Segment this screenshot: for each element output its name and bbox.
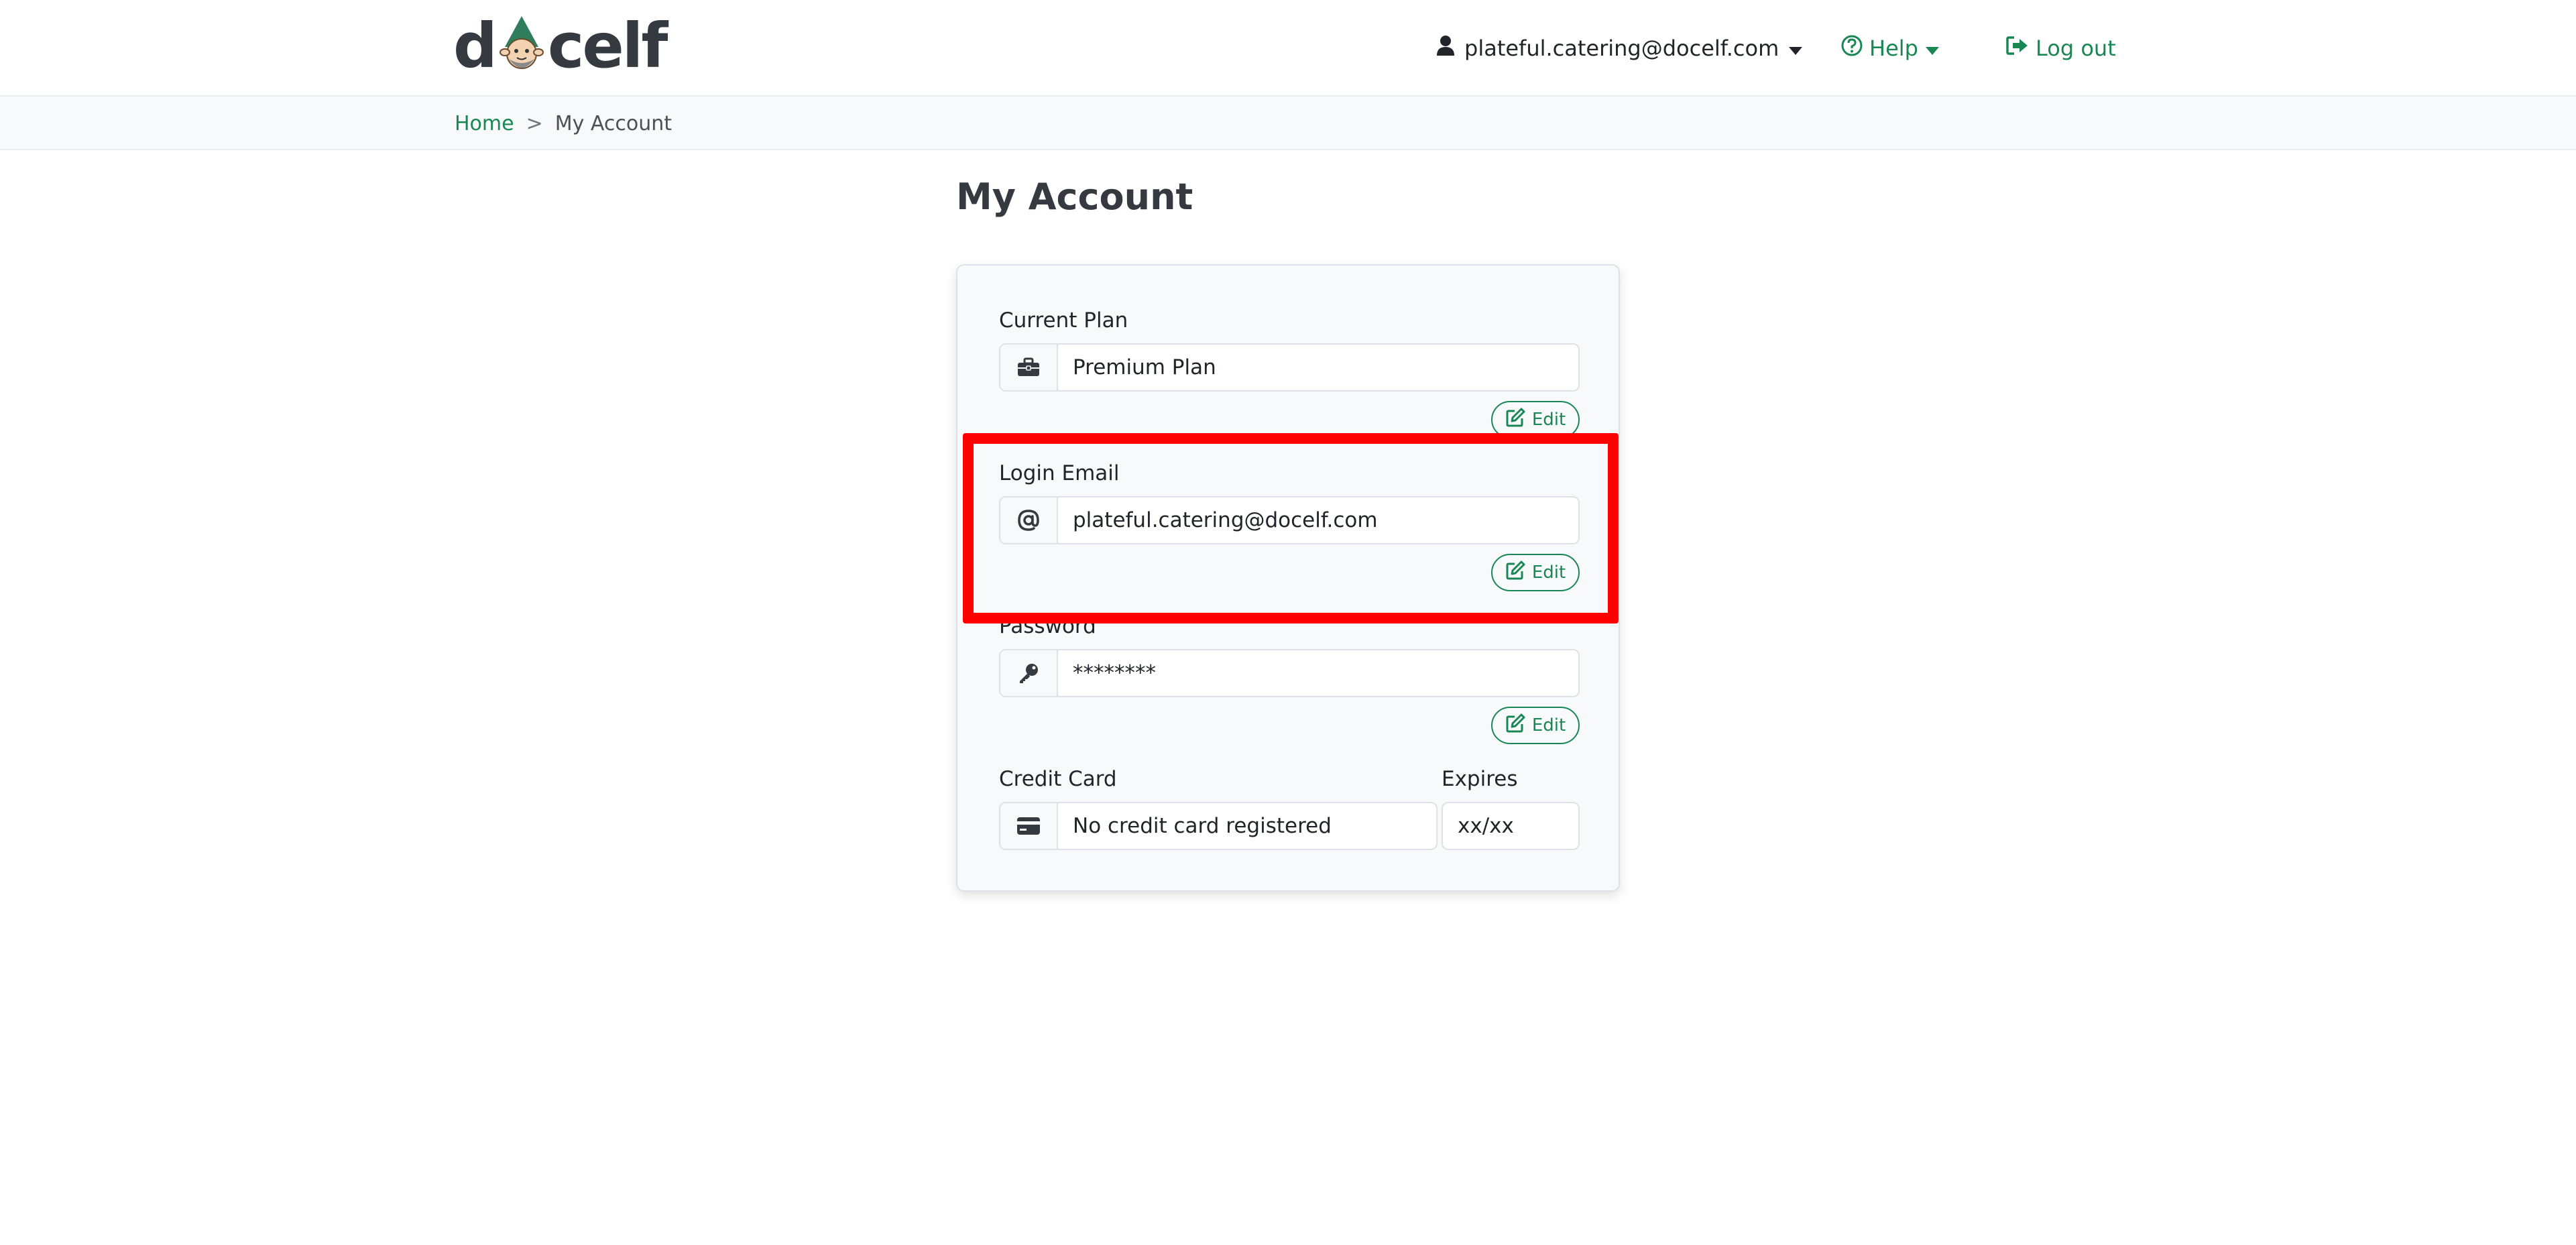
expires-field: xx/xx: [1442, 802, 1580, 850]
help-label: Help: [1869, 36, 1918, 61]
user-email-label: plateful.catering@docelf.com: [1464, 36, 1779, 61]
edit-email-label: Edit: [1531, 562, 1566, 583]
breadcrumb-home-link[interactable]: Home: [455, 112, 514, 135]
breadcrumb-current: My Account: [554, 111, 672, 135]
account-card: Current Plan Premium Plan Edit Login Ema…: [956, 264, 1620, 892]
login-email-label: Login Email: [999, 461, 1120, 485]
edit-password-label: Edit: [1531, 715, 1566, 735]
current-plan-value: Premium Plan: [1058, 345, 1578, 390]
edit-icon: [1505, 560, 1525, 585]
edit-password-button[interactable]: Edit: [1491, 707, 1580, 744]
page-title: My Account: [956, 176, 1193, 218]
expires-label: Expires: [1442, 767, 1518, 791]
logo-text-left: d: [453, 9, 497, 82]
breadcrumb-bar: Home > My Account: [0, 97, 2576, 150]
edit-icon: [1505, 408, 1525, 432]
credit-card-label: Credit Card: [999, 767, 1117, 791]
password-field: ********: [999, 649, 1580, 697]
login-email-field: plateful.catering@docelf.com: [999, 496, 1580, 544]
password-value: ********: [1058, 650, 1578, 696]
credit-card-icon: [1000, 803, 1058, 849]
password-label: Password: [999, 614, 1096, 638]
edit-plan-button[interactable]: Edit: [1491, 401, 1580, 438]
logout-label: Log out: [2036, 36, 2116, 61]
at-icon: [1000, 497, 1058, 543]
caret-down-icon: [1925, 36, 1940, 61]
edit-icon: [1505, 713, 1525, 738]
elf-logo-icon: [497, 12, 546, 79]
user-menu-dropdown[interactable]: plateful.catering@docelf.com: [1436, 31, 1803, 66]
breadcrumb: Home > My Account: [455, 97, 672, 150]
edit-plan-label: Edit: [1531, 410, 1566, 430]
briefcase-icon: [1000, 345, 1058, 390]
current-plan-label: Current Plan: [999, 308, 1128, 333]
key-icon: [1000, 650, 1058, 696]
edit-email-button[interactable]: Edit: [1491, 554, 1580, 591]
docelf-logo[interactable]: d celf: [453, 9, 668, 82]
question-circle-icon: [1841, 35, 1863, 62]
login-email-value: plateful.catering@docelf.com: [1058, 497, 1578, 543]
logout-link[interactable]: Log out: [2006, 31, 2116, 66]
top-navbar: d celf plateful.catering@docelf.com Help…: [0, 0, 2576, 97]
credit-card-field: No credit card registered: [999, 802, 1438, 850]
user-icon: [1436, 35, 1455, 62]
sign-out-icon: [2006, 36, 2029, 61]
caret-down-icon: [1788, 36, 1803, 61]
credit-card-value: No credit card registered: [1073, 814, 1332, 838]
logo-text-right: celf: [547, 9, 668, 82]
help-menu-dropdown[interactable]: Help: [1841, 31, 1940, 66]
current-plan-field: Premium Plan: [999, 343, 1580, 392]
breadcrumb-separator: >: [526, 111, 543, 135]
